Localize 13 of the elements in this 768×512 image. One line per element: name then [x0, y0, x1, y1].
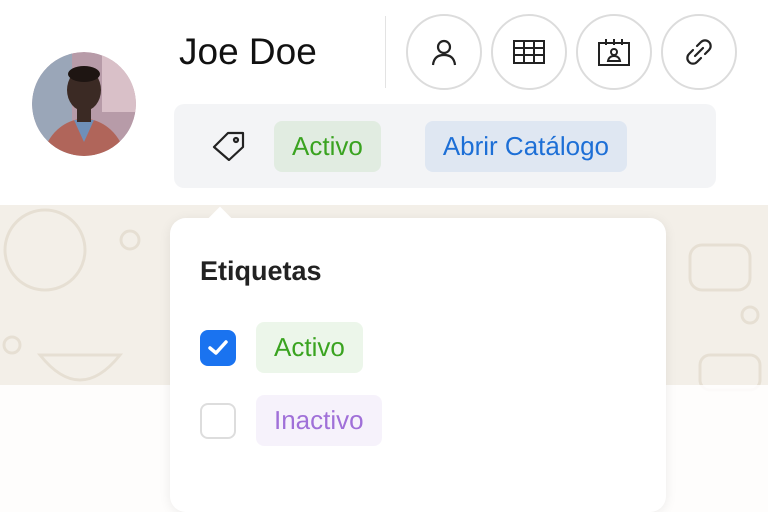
- tag-chip[interactable]: Abrir Catálogo: [424, 120, 628, 172]
- table-icon: [513, 40, 545, 64]
- link-icon: [685, 38, 713, 66]
- calendar-icon: [598, 38, 630, 66]
- contact-name: Joe Doe: [179, 31, 318, 73]
- person-icon: [430, 38, 458, 66]
- tag-chip[interactable]: Activo: [274, 120, 381, 172]
- tag-chip: Inactivo: [256, 395, 382, 446]
- checkbox[interactable]: [200, 330, 236, 366]
- check-icon: [208, 340, 228, 356]
- popover-title: Etiquetas: [200, 256, 323, 287]
- tag-icon[interactable]: [212, 131, 246, 161]
- tag-chip: Activo: [256, 322, 363, 373]
